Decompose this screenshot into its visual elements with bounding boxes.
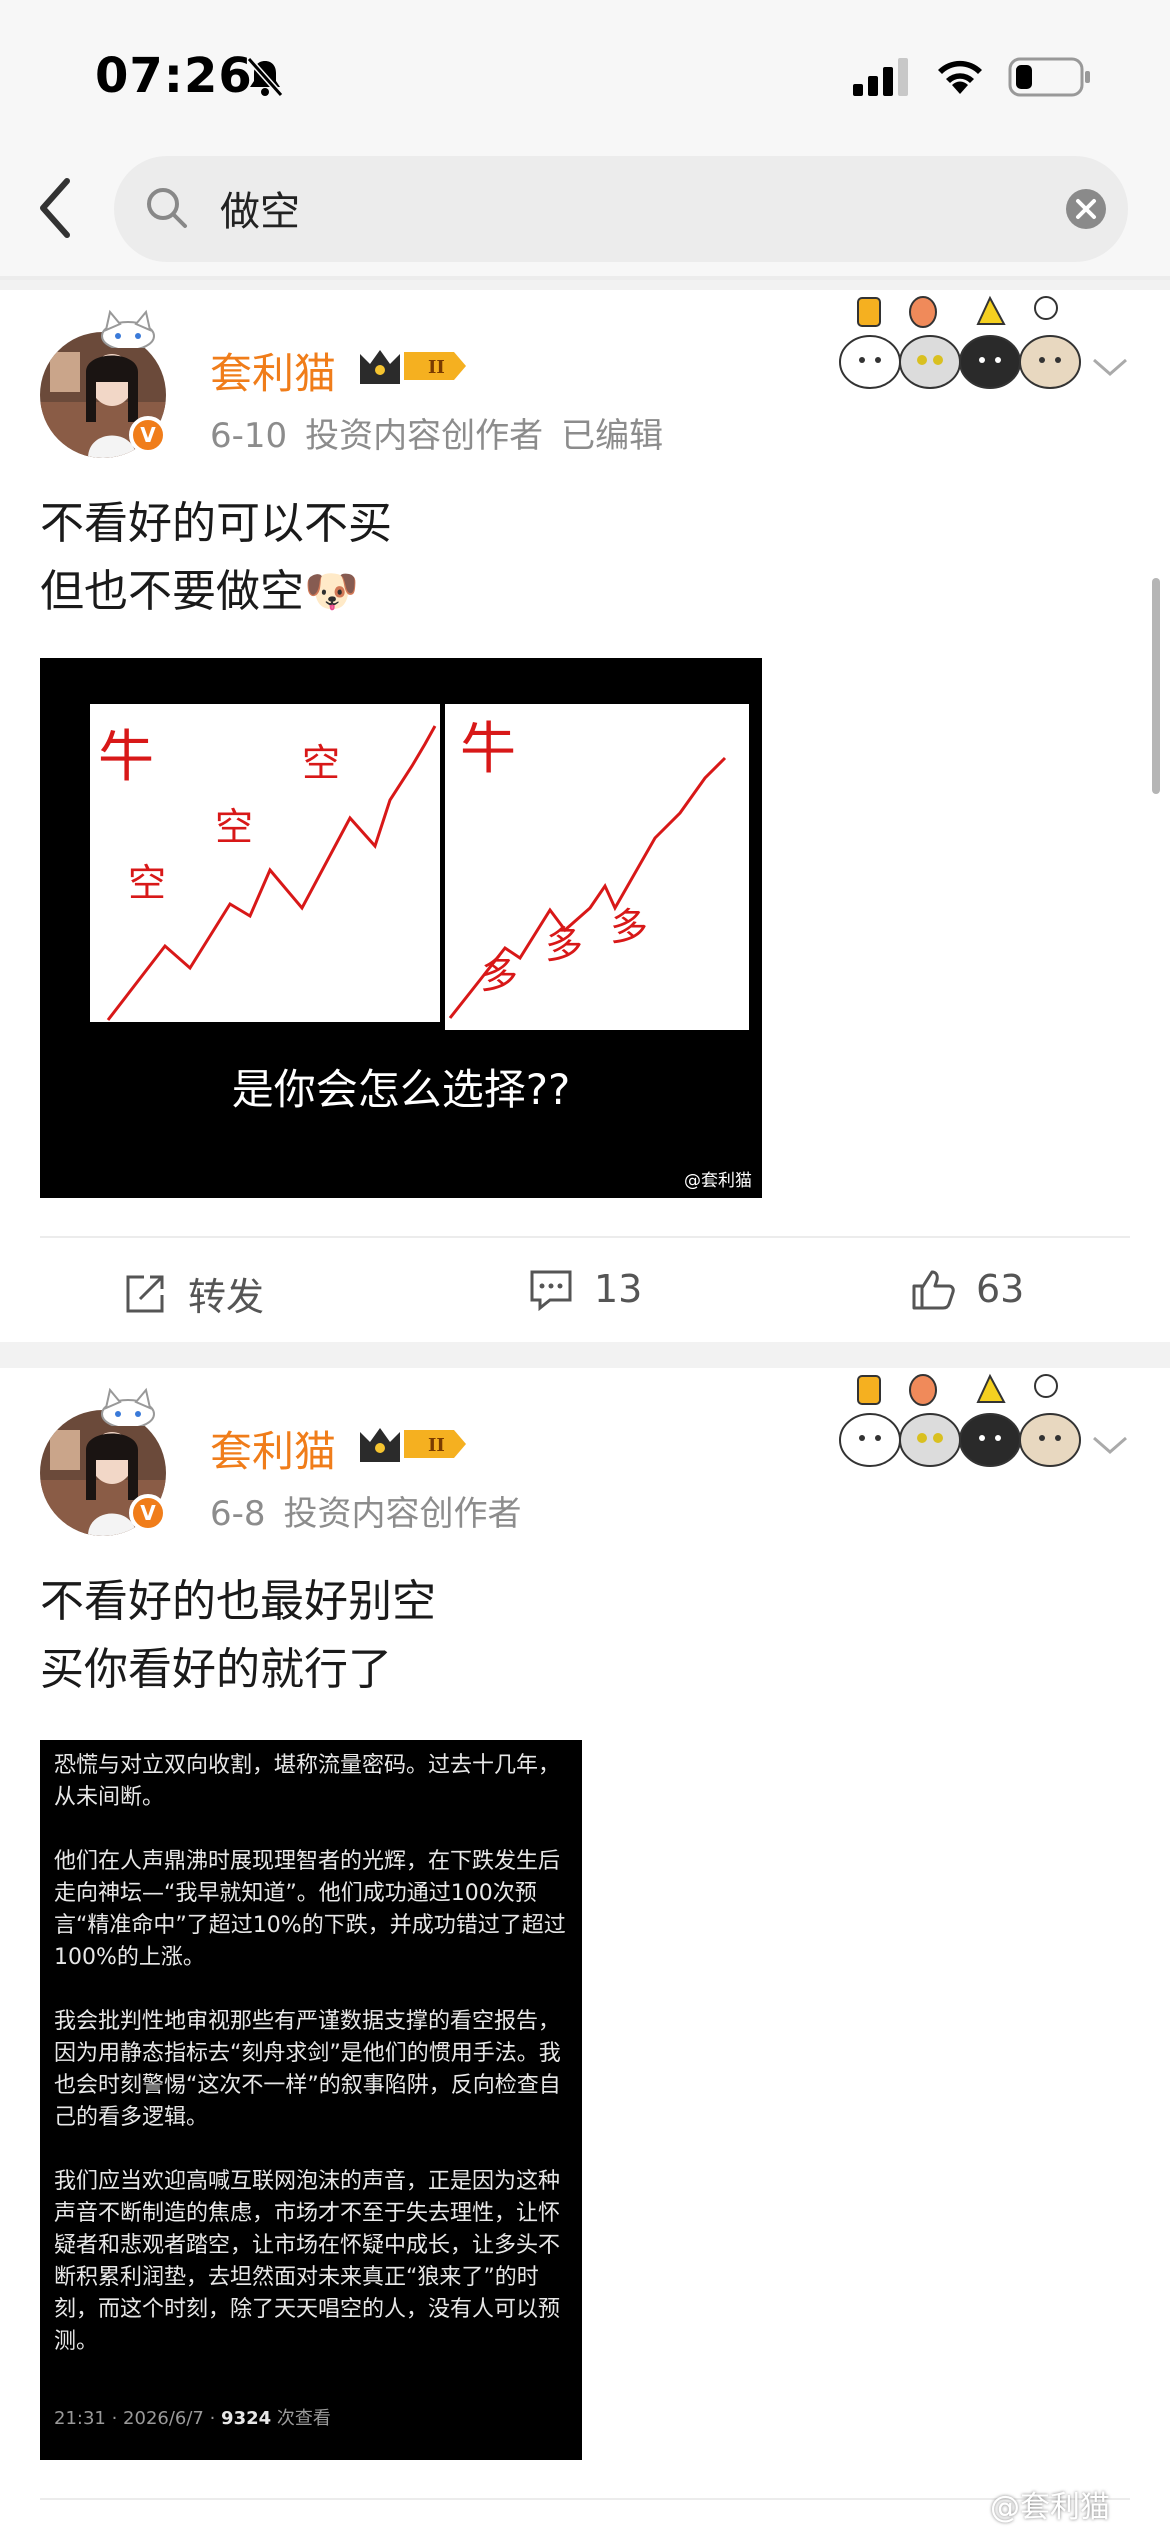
page-watermark: @套利猫 xyxy=(990,2490,1110,2525)
post-text-line: 不看好的也最好别空 xyxy=(40,1576,436,1627)
verified-badge-icon: V xyxy=(129,1494,167,1532)
divider xyxy=(40,2498,1130,2500)
post-image[interactable]: 恐慌与对立双向收割，堪称流量密码。过去十几年，从未间断。 他们在人声鼎沸时展现理… xyxy=(40,1740,582,2460)
clear-search-icon[interactable] xyxy=(1065,188,1107,230)
back-arrow-icon[interactable] xyxy=(35,173,75,243)
chevron-down-icon[interactable] xyxy=(1090,1430,1130,1460)
post-text-line: 买你看好的就行了 xyxy=(40,1644,392,1695)
edited-label: 已编辑 xyxy=(561,416,664,456)
battery-icon xyxy=(1008,57,1090,97)
right-chart-mark: 多 xyxy=(545,923,583,967)
image-footer: 21:31 · 2026/6/7 · 9324 次查看 xyxy=(54,2404,331,2430)
username[interactable]: 套利猫 xyxy=(210,340,336,401)
cat-ears-decoration xyxy=(101,309,155,348)
like-count: 63 xyxy=(976,1267,1025,1311)
post-image[interactable]: 牛 空 空 空 牛 多 多 多 是你会怎么选择?? @套利猫 xyxy=(40,658,762,1198)
divider xyxy=(40,1236,1130,1238)
post-text-line: 不看好的可以不买 xyxy=(40,498,392,549)
thumbs-up-icon xyxy=(912,1270,955,1310)
wifi-icon xyxy=(938,60,982,94)
image-paragraph: 他们在人声鼎沸时展现理智者的光辉，在下跌发生后走向神坛—“我早就知道”。他们成功… xyxy=(54,1849,566,1970)
crown-level-icon: II xyxy=(360,350,466,384)
post-role: 投资内容创作者 xyxy=(283,1494,522,1534)
left-chart-label: 牛 xyxy=(98,725,154,790)
chevron-down-icon[interactable] xyxy=(1090,352,1130,382)
comment-count: 13 xyxy=(594,1267,643,1311)
search-input[interactable] xyxy=(220,178,1040,238)
image-watermark: @套利猫 xyxy=(684,1171,752,1191)
signal-icon xyxy=(853,58,908,96)
repost-label: 转发 xyxy=(188,1275,265,1319)
right-chart-mark: 多 xyxy=(610,905,648,949)
repost-icon xyxy=(126,1275,164,1312)
post-text: 不看好的可以不买 但也不要做空🐶 xyxy=(40,490,392,626)
svg-text:II: II xyxy=(428,1435,445,1456)
search-header xyxy=(0,150,1170,280)
left-chart-mark: 空 xyxy=(215,805,253,849)
image-text-block: 恐慌与对立双向收割，堪称流量密码。过去十几年，从未间断。 他们在人声鼎沸时展现理… xyxy=(40,1740,582,2358)
image-footer-suffix: 次查看 xyxy=(271,2408,331,2429)
svg-text:II: II xyxy=(428,357,445,378)
cat-stickers-decoration xyxy=(839,1373,1081,1467)
scrollbar[interactable] xyxy=(1152,578,1160,794)
cat-stickers-decoration xyxy=(839,295,1081,389)
right-chart-label: 牛 xyxy=(460,717,516,782)
cat-ears-decoration xyxy=(101,1387,155,1426)
status-bar: 07:26 xyxy=(0,0,1170,150)
bell-muted-icon xyxy=(246,57,284,97)
image-paragraph: 恐慌与对立双向收割，堪称流量密码。过去十几年，从未间断。 xyxy=(54,1753,561,1810)
status-time: 07:26 xyxy=(95,48,253,104)
post-date: 6-10 xyxy=(210,416,288,456)
username[interactable]: 套利猫 xyxy=(210,1418,336,1479)
post-card: V 套利猫 II 6-10 投资内容创作者 已编辑 不看好的可以不买 但也不要做空🐶 xyxy=(0,290,1170,1342)
image-footer-views: 9324 xyxy=(221,2408,272,2429)
image-caption: 是你会怎么选择?? xyxy=(232,1065,571,1114)
comment-icon xyxy=(530,1270,572,1312)
post-text: 不看好的也最好别空 买你看好的就行了 xyxy=(40,1568,436,1704)
comment-button[interactable]: 13 xyxy=(528,1266,642,1312)
repost-button[interactable]: 转发 xyxy=(122,1266,264,1321)
post-role: 投资内容创作者 xyxy=(305,416,544,456)
like-button[interactable]: 63 xyxy=(910,1266,1024,1312)
search-icon xyxy=(147,188,187,228)
post-meta: 6-8 投资内容创作者 xyxy=(210,1486,540,1535)
image-footer-time: 21:31 · 2026/6/7 · xyxy=(54,2408,222,2429)
post-date: 6-8 xyxy=(210,1494,266,1534)
left-chart-mark: 空 xyxy=(302,741,340,785)
crown-level-icon: II xyxy=(360,1428,466,1462)
search-box[interactable] xyxy=(114,156,1128,262)
post-meta: 6-10 投资内容创作者 已编辑 xyxy=(210,408,681,457)
left-chart-mark: 空 xyxy=(128,861,166,905)
image-paragraph: 我会批判性地审视那些有严谨数据支撑的看空报告，因为用静态指标去“刻舟求剑”是他们… xyxy=(54,2009,561,2130)
image-paragraph: 我们应当欢迎高喊互联网泡沫的声音，正是因为这种声音不断制造的焦虑，市场才不至于失… xyxy=(54,2169,561,2354)
post-text-line: 但也不要做空🐶 xyxy=(40,566,359,617)
right-chart-mark: 多 xyxy=(480,953,518,997)
verified-badge-icon: V xyxy=(129,416,167,454)
